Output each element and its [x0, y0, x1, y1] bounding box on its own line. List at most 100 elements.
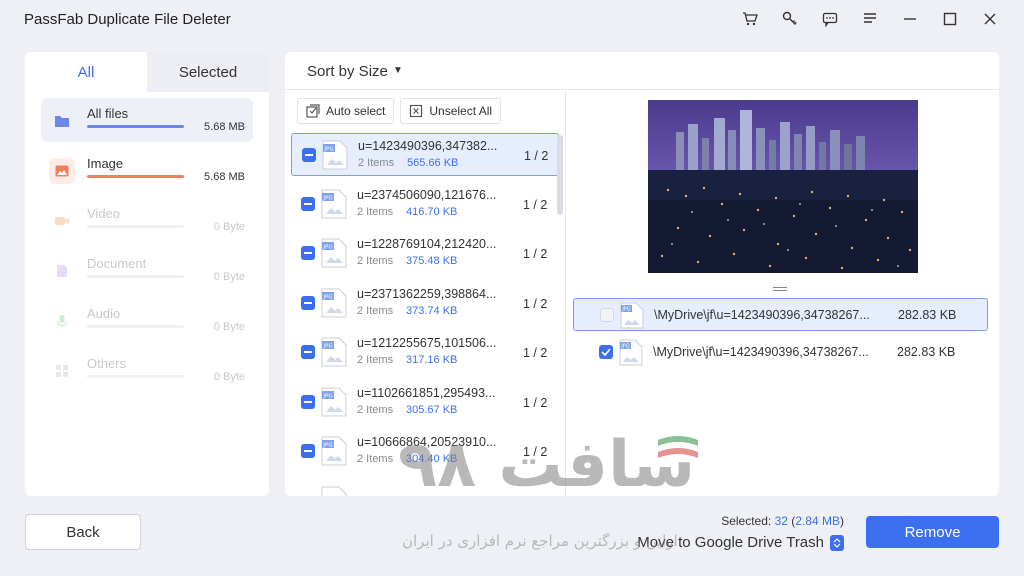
file-badge: JPG: [322, 443, 332, 449]
partial-checkbox[interactable]: [302, 148, 316, 162]
file-path: \MyDrive\jf\u=1423490396,34738267...: [654, 308, 870, 322]
key-icon[interactable]: [770, 6, 810, 32]
document-icon: [49, 258, 75, 284]
scrollbar-thumb[interactable]: [557, 135, 563, 215]
category-size: 5.68 MB: [204, 171, 245, 183]
video-icon: [49, 208, 75, 234]
menu-icon[interactable]: [850, 6, 890, 32]
group-count: 2 Items: [357, 404, 394, 416]
group-ratio: 1 / 2: [523, 346, 548, 360]
jpg-file-icon: JPG: [322, 140, 348, 170]
duplicate-group[interactable]: JPG u=1102661851,295493... 2 Items 305.6…: [291, 381, 559, 424]
category-all-files[interactable]: All files 5.68 MB: [41, 98, 253, 142]
group-size: 416.70 KB: [406, 206, 458, 218]
tab-all[interactable]: All: [25, 52, 147, 92]
category-video[interactable]: Video 0 Byte: [41, 198, 253, 242]
file-badge: JPG: [322, 295, 332, 301]
duplicate-group[interactable]: JPG u=1228769104,212420... 2 Items 375.4…: [291, 232, 559, 275]
close-icon[interactable]: [970, 6, 1010, 32]
group-size: 317.16 KB: [406, 354, 458, 366]
duplicate-group[interactable]: JPG u=1423490396,347382... 2 Items 565.6…: [291, 133, 559, 176]
duplicate-group[interactable]: JPG u=2371362259,398864... 2 Items 373.7…: [291, 282, 559, 325]
category-document[interactable]: Document 0 Byte: [41, 248, 253, 292]
app-title: PassFab Duplicate File Deleter: [24, 11, 231, 28]
group-count: 2 Items: [357, 305, 394, 317]
image-preview: [648, 100, 918, 273]
category-label: Audio: [87, 306, 121, 321]
file-badge: JPG: [323, 147, 333, 153]
jpg-file-icon: JPG: [321, 238, 347, 268]
watermark-subtext: اولین و بزرگترین مراجع نرم افزاری در ایر…: [402, 532, 678, 550]
category-size: 0 Byte: [213, 271, 245, 283]
auto-select-icon: [306, 104, 320, 118]
category-size: 5.68 MB: [204, 121, 245, 133]
group-name: u=1423490396,347382...: [358, 139, 498, 153]
category-others[interactable]: Others 0 Byte: [41, 348, 253, 392]
jpg-file-icon: [321, 486, 347, 496]
check-icon: [601, 348, 611, 356]
jpg-file-icon: JPG: [321, 288, 347, 318]
category-progress: [87, 275, 184, 278]
duplicate-group[interactable]: JPG u=2374506090,121676... 2 Items 416.7…: [291, 183, 559, 226]
category-progress-fill: [87, 125, 184, 128]
folder-icon: [49, 108, 75, 134]
file-size: 282.83 KB: [897, 345, 956, 359]
category-image[interactable]: Image 5.68 MB: [41, 148, 253, 192]
category-label: Image: [87, 156, 124, 171]
jpg-file-icon: JPG: [321, 337, 347, 367]
jpg-file-icon: JPG: [321, 189, 347, 219]
partial-checkbox[interactable]: [301, 444, 315, 458]
category-size: 0 Byte: [213, 321, 245, 333]
category-progress: [87, 375, 184, 378]
partial-checkbox[interactable]: [301, 296, 315, 310]
partial-checkbox[interactable]: [301, 395, 315, 409]
title-bar: PassFab Duplicate File Deleter: [0, 0, 1024, 38]
category-progress: [87, 325, 184, 328]
file-badge: JPG: [621, 307, 630, 313]
file-size: 282.83 KB: [898, 308, 957, 322]
sort-dropdown[interactable]: Sort by Size: [307, 63, 388, 80]
category-size: 0 Byte: [213, 371, 245, 383]
auto-select-button[interactable]: Auto select: [297, 98, 395, 124]
group-name: u=1228769104,212420...: [357, 237, 497, 251]
category-label: Video: [87, 206, 121, 221]
category-progress: [87, 225, 184, 228]
file-badge: JPG: [322, 196, 332, 202]
selected-count: 32: [774, 514, 788, 528]
group-name: u=2374506090,121676...: [357, 188, 497, 202]
minimize-icon[interactable]: [890, 6, 930, 32]
category-audio[interactable]: Audio 0 Byte: [41, 298, 253, 342]
chevron-updown-icon[interactable]: [830, 534, 844, 551]
duplicate-file-row[interactable]: JPG \MyDrive\jf\u=1423490396,34738267...…: [573, 336, 988, 369]
cart-icon[interactable]: [730, 6, 770, 32]
file-checkbox[interactable]: [600, 308, 614, 322]
category-progress: [87, 175, 184, 178]
maximize-icon[interactable]: [930, 6, 970, 32]
duplicate-file-row[interactable]: JPG \MyDrive\jf\u=1423490396,34738267...…: [573, 298, 988, 331]
unselect-all-button[interactable]: Unselect All: [400, 98, 502, 124]
feedback-icon[interactable]: [810, 6, 850, 32]
watermark-text: سافت ۹۸: [398, 428, 696, 502]
partial-checkbox[interactable]: [301, 197, 315, 211]
jpg-file-icon: JPG: [620, 302, 644, 329]
group-ratio: 1 / 2: [523, 297, 548, 311]
group-ratio: 1 / 2: [524, 149, 549, 163]
file-checkbox[interactable]: [599, 345, 613, 359]
remove-button[interactable]: Remove: [866, 516, 999, 548]
partial-checkbox[interactable]: [301, 246, 315, 260]
file-badge: JPG: [322, 344, 332, 350]
back-button[interactable]: Back: [25, 514, 141, 550]
partial-checkbox[interactable]: [301, 345, 315, 359]
group-count: 2 Items: [358, 157, 395, 169]
resize-handle[interactable]: [773, 287, 787, 293]
audio-icon: [49, 308, 75, 334]
tab-selected[interactable]: Selected: [147, 52, 269, 92]
category-label: Document: [87, 256, 147, 271]
file-badge: JPG: [620, 344, 629, 350]
duplicate-group[interactable]: JPG u=1212255675,101506... 2 Items 317.1…: [291, 331, 559, 374]
group-size: 375.48 KB: [406, 255, 458, 267]
caret-down-icon[interactable]: ▼: [393, 65, 403, 76]
grid-icon: [49, 358, 75, 384]
unselect-all-label: Unselect All: [429, 104, 493, 118]
group-name: u=1212255675,101506...: [357, 336, 497, 350]
